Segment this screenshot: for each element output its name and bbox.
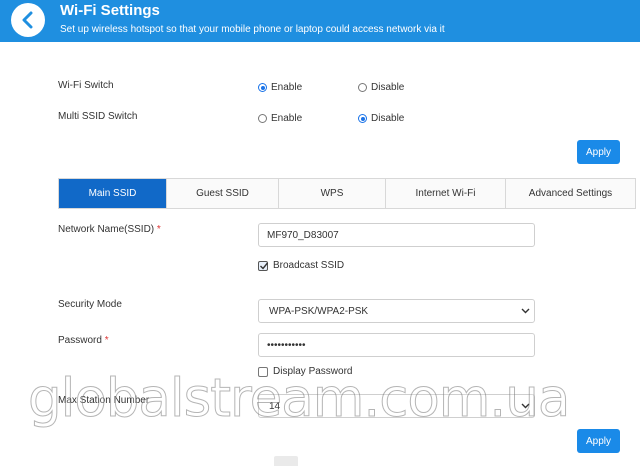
apply-switch-button[interactable]: Apply [577, 140, 620, 164]
page-scroll-handle[interactable] [274, 456, 298, 466]
password-input[interactable]: ••••••••••• [258, 333, 535, 357]
back-button[interactable] [11, 3, 45, 37]
broadcast-ssid-checkbox[interactable] [258, 260, 269, 271]
multi-ssid-enable-radio[interactable] [258, 114, 267, 123]
max-station-select[interactable]: 14 [258, 394, 535, 418]
multi-ssid-disable-option[interactable]: Disable [358, 113, 404, 124]
display-password-label: Display Password [273, 366, 353, 377]
broadcast-ssid-option[interactable]: Broadcast SSID [258, 260, 344, 271]
tab-main-ssid[interactable]: Main SSID [59, 179, 167, 208]
broadcast-ssid-label: Broadcast SSID [273, 260, 345, 271]
security-mode-label: Security Mode [58, 299, 122, 310]
page-header: Wi-Fi Settings Set up wireless hotspot s… [0, 0, 640, 42]
chevron-down-icon [521, 308, 530, 314]
tab-wps[interactable]: WPS [279, 179, 386, 208]
wifi-disable-label: Disable [371, 82, 405, 93]
page-subtitle: Set up wireless hotspot so that your mob… [60, 24, 445, 35]
checkmark-icon [260, 262, 269, 270]
wifi-tabs: Main SSID Guest SSID WPS Internet Wi-Fi … [58, 178, 636, 209]
multi-ssid-disable-radio[interactable] [358, 114, 367, 123]
multi-ssid-disable-label: Disable [371, 113, 405, 124]
tab-advanced-settings[interactable]: Advanced Settings [506, 179, 635, 208]
display-password-checkbox[interactable] [258, 366, 268, 377]
security-mode-select[interactable]: WPA-PSK/WPA2-PSK [258, 299, 535, 323]
max-station-label: Max Station Number [58, 395, 150, 406]
ssid-required-mark: * [156, 224, 161, 235]
ssid-input[interactable]: MF970_D83007 [258, 223, 535, 247]
ssid-label-text: Network Name(SSID) [58, 224, 155, 235]
multi-ssid-enable-option[interactable]: Enable [258, 113, 302, 124]
max-station-value: 14 [269, 400, 281, 412]
password-label-text: Password [58, 335, 102, 346]
apply-settings-button[interactable]: Apply [577, 429, 620, 453]
password-required-mark: * [104, 335, 109, 346]
wifi-enable-label: Enable [271, 82, 303, 93]
ssid-label: Network Name(SSID) * [58, 224, 161, 235]
chevron-down-icon [521, 403, 530, 409]
tab-guest-ssid[interactable]: Guest SSID [167, 179, 279, 208]
password-label: Password * [58, 335, 109, 346]
wifi-enable-option[interactable]: Enable [258, 82, 302, 93]
wifi-switch-label: Wi-Fi Switch [58, 80, 114, 91]
wifi-disable-radio[interactable] [358, 83, 367, 92]
page-title: Wi-Fi Settings [60, 2, 160, 19]
display-password-option[interactable]: Display Password [258, 366, 352, 377]
chevron-left-icon [22, 11, 33, 29]
tab-internet-wifi[interactable]: Internet Wi-Fi [386, 179, 506, 208]
wifi-enable-radio[interactable] [258, 83, 267, 92]
multi-ssid-switch-label: Multi SSID Switch [58, 111, 138, 122]
security-mode-value: WPA-PSK/WPA2-PSK [269, 305, 369, 317]
wifi-disable-option[interactable]: Disable [358, 82, 404, 93]
multi-ssid-enable-label: Enable [271, 113, 303, 124]
